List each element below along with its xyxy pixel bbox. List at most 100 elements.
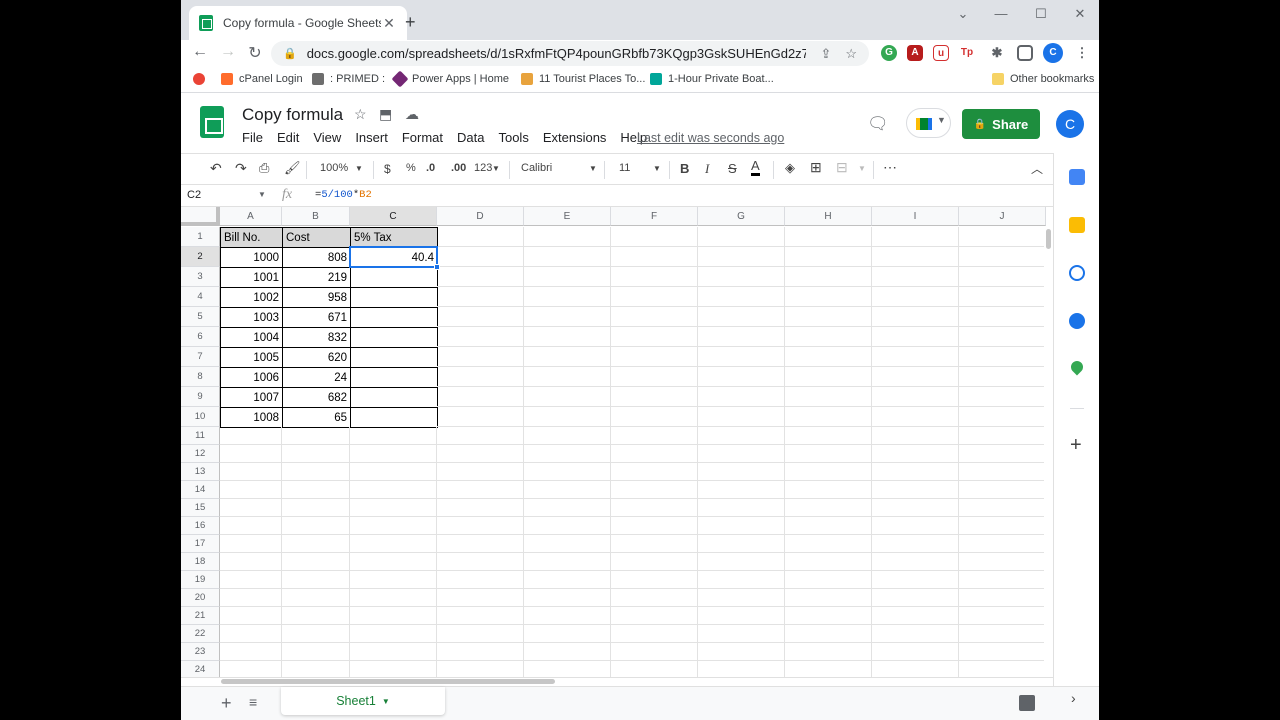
cell-a1[interactable]: Bill No. [220, 227, 283, 248]
cell-j21[interactable] [959, 607, 1046, 625]
row-header-13[interactable]: 13 [181, 463, 220, 481]
chevron-down-icon[interactable]: ▼ [589, 164, 597, 173]
cell-d21[interactable] [437, 607, 524, 625]
chevron-down-icon[interactable]: ▼ [258, 190, 266, 199]
cell-j4[interactable] [959, 287, 1046, 307]
cell-h11[interactable] [785, 427, 872, 445]
text-color-button[interactable]: A [751, 159, 760, 176]
cell-i12[interactable] [872, 445, 959, 463]
cell-a12[interactable] [220, 445, 282, 463]
maximize-icon[interactable]: ☐ [1031, 6, 1051, 22]
row-header-1[interactable]: 1 [181, 227, 220, 247]
cell-e20[interactable] [524, 589, 611, 607]
cell-g17[interactable] [698, 535, 785, 553]
cell-e21[interactable] [524, 607, 611, 625]
cell-b14[interactable] [282, 481, 350, 499]
cell-i1[interactable] [872, 227, 959, 247]
maps-icon[interactable] [1068, 358, 1086, 376]
cell-j20[interactable] [959, 589, 1046, 607]
row-header-9[interactable]: 9 [181, 387, 220, 407]
cell-a3[interactable]: 1001 [220, 267, 283, 288]
keep-icon[interactable] [1069, 217, 1085, 233]
cell-a14[interactable] [220, 481, 282, 499]
sheet-tab[interactable]: Sheet1 ▼ [281, 687, 445, 715]
redo-icon[interactable]: ↷ [235, 160, 247, 177]
chevron-down-icon[interactable]: ▼ [382, 697, 390, 706]
cell-a17[interactable] [220, 535, 282, 553]
cell-f12[interactable] [611, 445, 698, 463]
tasks-icon[interactable] [1069, 265, 1085, 281]
column-header-e[interactable]: E [524, 207, 611, 226]
cell-f19[interactable] [611, 571, 698, 589]
cell-i8[interactable] [872, 367, 959, 387]
cell-j23[interactable] [959, 643, 1046, 661]
menu-tools[interactable]: Tools [498, 130, 528, 145]
cell-j6[interactable] [959, 327, 1046, 347]
row-header-7[interactable]: 7 [181, 347, 220, 367]
row-header-2[interactable]: 2 [181, 247, 220, 267]
column-header-h[interactable]: H [785, 207, 872, 226]
cell-d13[interactable] [437, 463, 524, 481]
row-header-17[interactable]: 17 [181, 535, 220, 553]
cell-b7[interactable]: 620 [282, 347, 351, 368]
percent-format-button[interactable]: % [406, 162, 416, 174]
menu-insert[interactable]: Insert [355, 130, 388, 145]
column-header-b[interactable]: B [282, 207, 350, 226]
cell-b3[interactable]: 219 [282, 267, 351, 288]
currency-format-button[interactable]: $ [384, 162, 391, 176]
cell-e13[interactable] [524, 463, 611, 481]
cell-i14[interactable] [872, 481, 959, 499]
cell-e17[interactable] [524, 535, 611, 553]
cell-b16[interactable] [282, 517, 350, 535]
cell-d9[interactable] [437, 387, 524, 407]
share-button[interactable]: 🔒 Share [962, 109, 1040, 139]
cell-a16[interactable] [220, 517, 282, 535]
cell-b22[interactable] [282, 625, 350, 643]
cell-c1[interactable]: 5% Tax [350, 227, 438, 248]
cell-h24[interactable] [785, 661, 872, 677]
cell-h14[interactable] [785, 481, 872, 499]
cell-i18[interactable] [872, 553, 959, 571]
cell-c24[interactable] [350, 661, 437, 677]
extension-icon[interactable]: u [933, 45, 949, 61]
merge-cells-icon[interactable]: ⊟ [836, 159, 848, 176]
grammarly-extension-icon[interactable]: G [881, 45, 897, 61]
cell-e19[interactable] [524, 571, 611, 589]
minimize-icon[interactable]: — [991, 6, 1011, 21]
cell-a10[interactable]: 1008 [220, 407, 283, 428]
cell-j19[interactable] [959, 571, 1046, 589]
explore-icon[interactable] [1019, 695, 1035, 711]
reload-icon[interactable]: ↻ [245, 43, 265, 63]
cell-e1[interactable] [524, 227, 611, 247]
cell-h19[interactable] [785, 571, 872, 589]
cell-j5[interactable] [959, 307, 1046, 327]
cell-d17[interactable] [437, 535, 524, 553]
cell-d3[interactable] [437, 267, 524, 287]
cell-c10[interactable] [350, 407, 438, 428]
cell-b8[interactable]: 24 [282, 367, 351, 388]
cell-f8[interactable] [611, 367, 698, 387]
row-header-11[interactable]: 11 [181, 427, 220, 445]
cell-i15[interactable] [872, 499, 959, 517]
chevron-down-icon[interactable]: ▼ [355, 164, 363, 173]
cell-d24[interactable] [437, 661, 524, 677]
cell-j10[interactable] [959, 407, 1046, 427]
move-folder-icon[interactable]: ⬒ [379, 106, 392, 123]
cell-i19[interactable] [872, 571, 959, 589]
cell-i23[interactable] [872, 643, 959, 661]
expand-side-panel-icon[interactable]: › [1071, 690, 1076, 706]
horizontal-scrollbar[interactable] [181, 677, 1053, 685]
cell-f1[interactable] [611, 227, 698, 247]
cell-b5[interactable]: 671 [282, 307, 351, 328]
cell-f4[interactable] [611, 287, 698, 307]
cell-j3[interactable] [959, 267, 1046, 287]
cell-e23[interactable] [524, 643, 611, 661]
tab-search-icon[interactable]: ⌄ [953, 6, 973, 22]
cell-g10[interactable] [698, 407, 785, 427]
cell-h12[interactable] [785, 445, 872, 463]
bookmark-item[interactable]: 11 Tourist Places To... [521, 73, 645, 85]
strikethrough-button[interactable]: S [728, 161, 737, 176]
contacts-icon[interactable] [1069, 313, 1085, 329]
column-header-d[interactable]: D [437, 207, 524, 226]
cell-h18[interactable] [785, 553, 872, 571]
